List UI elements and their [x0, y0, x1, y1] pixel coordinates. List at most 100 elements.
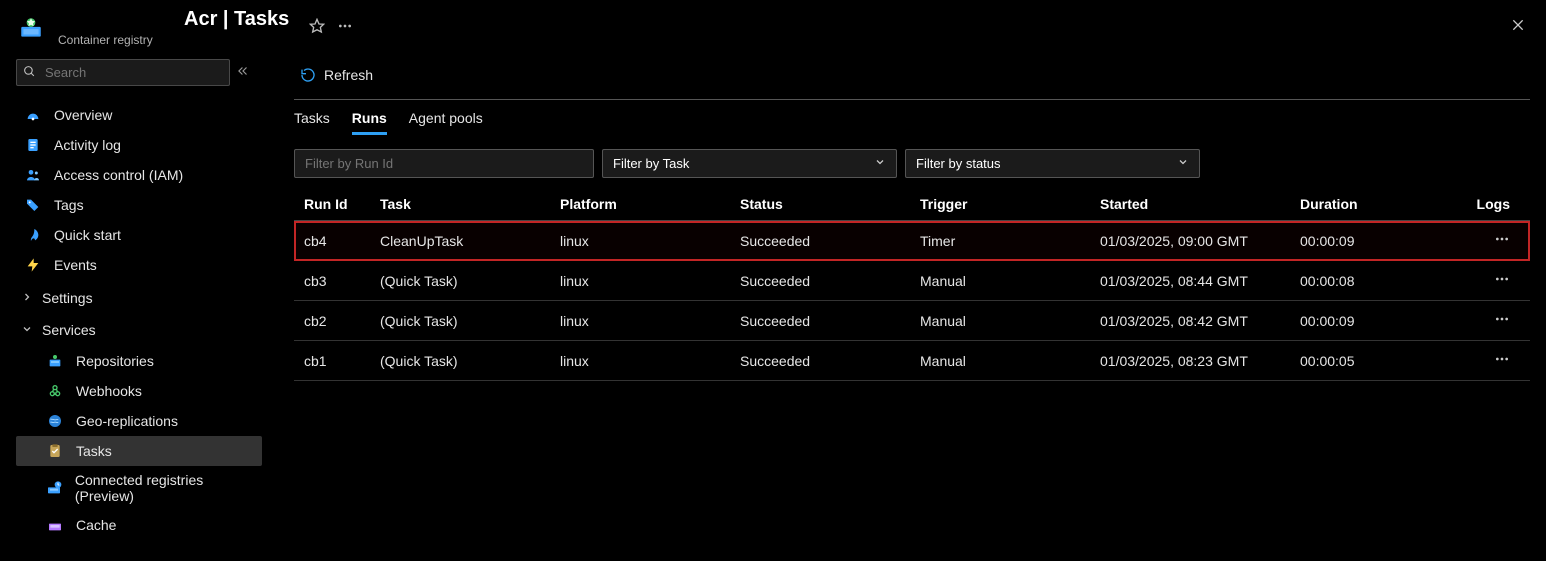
close-blade-button[interactable]	[1502, 13, 1534, 42]
more-actions-icon[interactable]	[337, 18, 353, 37]
chevron-down-icon	[20, 322, 34, 338]
sidebar-item-geo-replications[interactable]: Geo-replications	[16, 406, 262, 436]
collapse-sidebar-icon[interactable]	[236, 64, 250, 81]
sidebar-item-label: Geo-replications	[76, 413, 178, 429]
table-row[interactable]: cb4CleanUpTasklinuxSucceededTimer01/03/2…	[294, 221, 1530, 261]
refresh-button[interactable]: Refresh	[294, 63, 379, 87]
filter-run-id-input[interactable]	[294, 149, 594, 178]
cell-logs	[1450, 221, 1530, 261]
redacted-registry-name	[58, 10, 178, 30]
sidebar-item-label: Connected registries (Preview)	[75, 472, 254, 504]
tags-icon	[24, 196, 42, 214]
table-header-row: Run Id Task Platform Status Trigger Star…	[294, 188, 1530, 221]
overview-icon	[24, 106, 42, 124]
filter-task-label: Filter by Task	[613, 156, 689, 171]
table-row[interactable]: cb1(Quick Task)linuxSucceededManual01/03…	[294, 341, 1530, 381]
cell-status: Succeeded	[730, 221, 910, 261]
table-row[interactable]: cb2(Quick Task)linuxSucceededManual01/03…	[294, 301, 1530, 341]
col-logs[interactable]: Logs	[1450, 188, 1530, 221]
row-more-actions-icon[interactable]	[1494, 274, 1510, 290]
cell-run-id: cb4	[294, 221, 370, 261]
tab-runs[interactable]: Runs	[352, 110, 387, 135]
sidebar-item-label: Tasks	[76, 443, 112, 459]
registry-icon	[18, 15, 44, 41]
events-icon	[24, 256, 42, 274]
georep-icon	[46, 412, 64, 430]
cache-icon	[46, 516, 64, 534]
sidebar-item-label: Overview	[54, 107, 112, 123]
col-duration[interactable]: Duration	[1290, 188, 1450, 221]
chevron-down-icon	[1177, 156, 1189, 171]
sidebar-search-input[interactable]	[16, 59, 230, 86]
sidebar-item-label: Cache	[76, 517, 116, 533]
sidebar-item-repositories[interactable]: Repositories	[16, 346, 262, 376]
sidebar-item-webhooks[interactable]: Webhooks	[16, 376, 262, 406]
row-more-actions-icon[interactable]	[1494, 234, 1510, 250]
sidebar-item-label: Tags	[54, 197, 84, 213]
sidebar-item-tasks[interactable]: Tasks	[16, 436, 262, 466]
col-task[interactable]: Task	[370, 188, 550, 221]
filter-status-select[interactable]: Filter by status	[905, 149, 1200, 178]
activity-log-icon	[24, 136, 42, 154]
chevron-down-icon	[874, 156, 886, 171]
sidebar-group-label: Settings	[42, 290, 93, 306]
sidebar-item-overview[interactable]: Overview	[16, 100, 262, 130]
sidebar-item-label: Repositories	[76, 353, 154, 369]
cell-run-id: cb3	[294, 261, 370, 301]
repositories-icon	[46, 352, 64, 370]
sidebar-item-activity-log[interactable]: Activity log	[16, 130, 262, 160]
page-title: Acr | Tasks	[58, 8, 289, 31]
sidebar-item-label: Activity log	[54, 137, 121, 153]
cell-trigger: Timer	[910, 221, 1090, 261]
col-platform[interactable]: Platform	[550, 188, 730, 221]
sidebar-item-events[interactable]: Events	[16, 250, 262, 280]
cell-started: 01/03/2025, 08:42 GMT	[1090, 301, 1290, 341]
sidebar-item-label: Access control (IAM)	[54, 167, 183, 183]
iam-icon	[24, 166, 42, 184]
cell-task: (Quick Task)	[370, 301, 550, 341]
cell-started: 01/03/2025, 08:23 GMT	[1090, 341, 1290, 381]
cell-task: (Quick Task)	[370, 341, 550, 381]
cell-task: CleanUpTask	[370, 221, 550, 261]
cell-trigger: Manual	[910, 261, 1090, 301]
sidebar-item-access-control-iam-[interactable]: Access control (IAM)	[16, 160, 262, 190]
cell-platform: linux	[550, 341, 730, 381]
tab-tasks[interactable]: Tasks	[294, 110, 330, 135]
cell-duration: 00:00:05	[1290, 341, 1450, 381]
favorite-star-icon[interactable]	[309, 18, 325, 37]
sidebar-item-connected-registries-preview-[interactable]: Connected registries (Preview)	[16, 466, 262, 510]
cell-duration: 00:00:09	[1290, 301, 1450, 341]
cell-status: Succeeded	[730, 341, 910, 381]
cell-logs	[1450, 261, 1530, 301]
cell-started: 01/03/2025, 08:44 GMT	[1090, 261, 1290, 301]
webhooks-icon	[46, 382, 64, 400]
cell-duration: 00:00:08	[1290, 261, 1450, 301]
col-trigger[interactable]: Trigger	[910, 188, 1090, 221]
row-more-actions-icon[interactable]	[1494, 314, 1510, 330]
cell-run-id: cb1	[294, 341, 370, 381]
tasks-icon	[46, 442, 64, 460]
sidebar-item-tags[interactable]: Tags	[16, 190, 262, 220]
refresh-label: Refresh	[324, 67, 373, 83]
sidebar-item-quick-start[interactable]: Quick start	[16, 220, 262, 250]
search-icon	[23, 65, 36, 81]
sidebar-item-label: Webhooks	[76, 383, 142, 399]
cell-trigger: Manual	[910, 341, 1090, 381]
connected-icon	[46, 479, 63, 497]
col-run-id[interactable]: Run Id	[294, 188, 370, 221]
cell-started: 01/03/2025, 09:00 GMT	[1090, 221, 1290, 261]
quickstart-icon	[24, 226, 42, 244]
sidebar-group-services[interactable]: Services	[16, 314, 262, 344]
sidebar-item-cache[interactable]: Cache	[16, 510, 262, 540]
tab-agent-pools[interactable]: Agent pools	[409, 110, 483, 135]
cell-platform: linux	[550, 221, 730, 261]
filter-task-select[interactable]: Filter by Task	[602, 149, 897, 178]
sidebar-group-settings[interactable]: Settings	[16, 282, 262, 312]
cell-logs	[1450, 341, 1530, 381]
cell-run-id: cb2	[294, 301, 370, 341]
row-more-actions-icon[interactable]	[1494, 354, 1510, 370]
col-started[interactable]: Started	[1090, 188, 1290, 221]
cell-platform: linux	[550, 261, 730, 301]
col-status[interactable]: Status	[730, 188, 910, 221]
table-row[interactable]: cb3(Quick Task)linuxSucceededManual01/03…	[294, 261, 1530, 301]
